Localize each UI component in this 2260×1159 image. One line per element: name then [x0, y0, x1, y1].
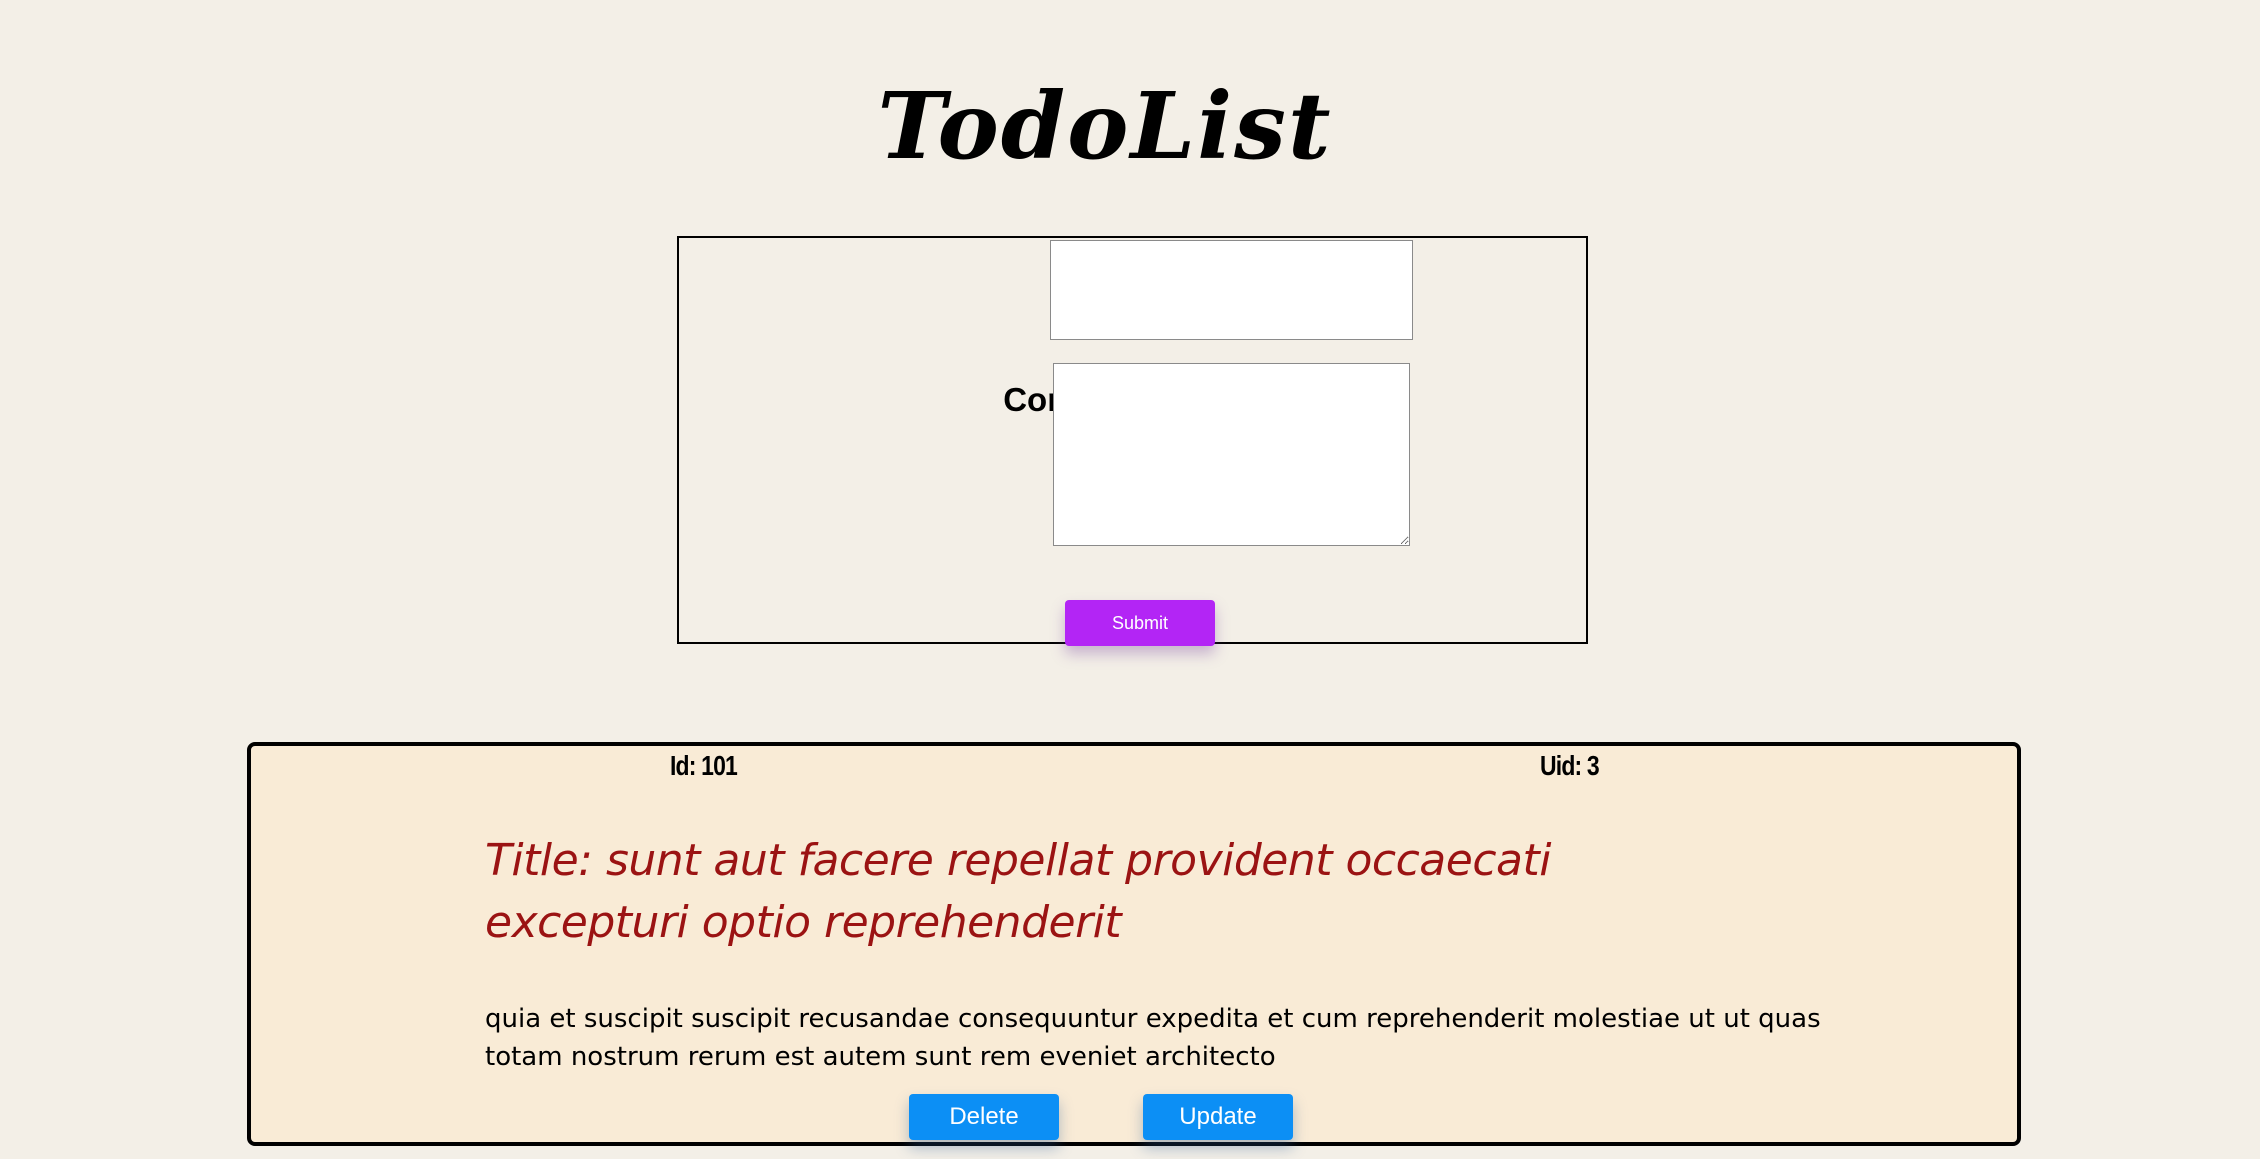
submit-button[interactable]: Submit: [1065, 600, 1215, 646]
todo-body: quia et suscipit suscipit recusandae con…: [485, 1004, 1821, 1072]
content-textarea[interactable]: [1053, 363, 1410, 546]
todo-id: Id: 101: [670, 750, 738, 781]
todo-card: Id: 101 Uid: 3 Title: sunt aut facere re…: [247, 742, 2021, 1146]
app-title: TodoList: [877, 72, 1333, 180]
todo-title: Title: sunt aut facere repellat providen…: [485, 835, 1551, 948]
page: TodoList Title : Content : Submit Id: 10…: [0, 0, 2260, 1159]
todo-uid: Uid: 3: [1540, 750, 1600, 781]
title-input[interactable]: [1050, 240, 1413, 340]
delete-button[interactable]: Delete: [909, 1094, 1059, 1140]
update-button[interactable]: Update: [1143, 1094, 1293, 1140]
todo-form: Title : Content : Submit: [677, 236, 1588, 646]
